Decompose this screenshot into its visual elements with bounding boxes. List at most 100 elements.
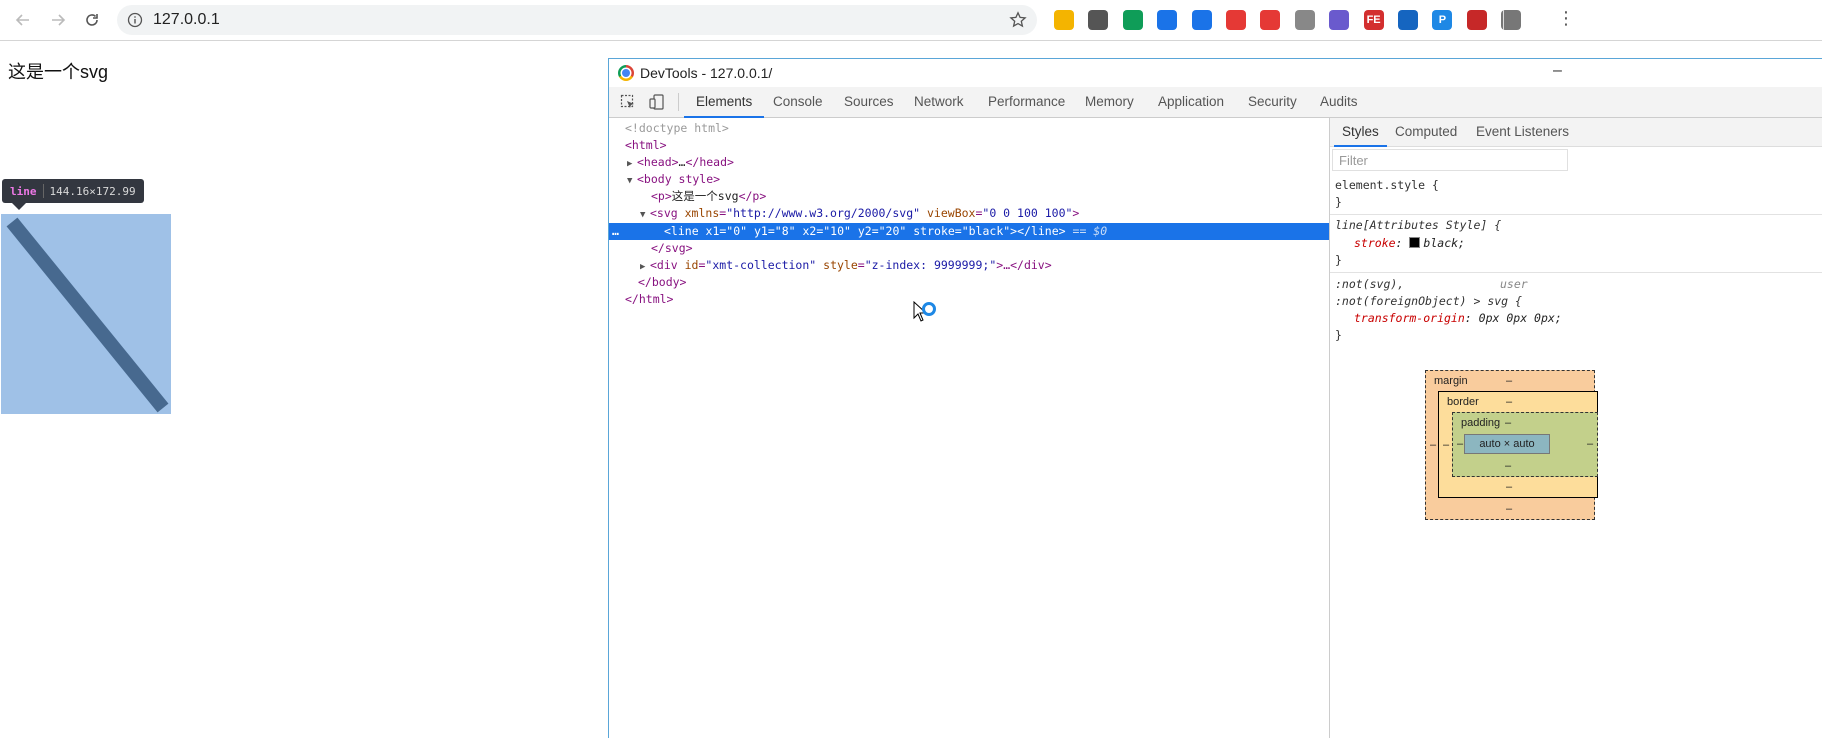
margin-bottom-value: – [1506, 503, 1513, 515]
rule-selector: element.style { [1335, 178, 1439, 192]
color-swatch[interactable] [1409, 237, 1421, 248]
css-value: black; [1423, 236, 1465, 250]
div-tail: >…</div> [996, 258, 1052, 272]
tab-performance[interactable]: Performance [988, 87, 1065, 117]
devtools-window: DevTools - 127.0.0.1/ – Elements Console… [608, 58, 1822, 738]
info-icon[interactable] [127, 12, 143, 31]
css-value: 0px 0px 0px; [1478, 311, 1562, 325]
forward-arrow-icon[interactable] [46, 8, 70, 32]
subtab-computed[interactable]: Computed [1395, 118, 1457, 146]
css-colon: : [1395, 236, 1403, 250]
star-icon[interactable] [1009, 11, 1027, 32]
inspect-element-icon[interactable] [620, 94, 636, 110]
dom-node-svg-close[interactable]: </svg> [609, 240, 1371, 257]
minimize-button[interactable]: – [1553, 62, 1562, 80]
box-model-content[interactable]: auto × auto [1464, 434, 1550, 454]
collapse-triangle-icon[interactable]: ▼ [640, 207, 650, 224]
head-close-tag: </head> [685, 155, 734, 169]
tab-security[interactable]: Security [1248, 87, 1297, 117]
reload-icon[interactable] [80, 8, 104, 32]
ext-red-circle-icon[interactable] [1260, 10, 1281, 30]
svg-highlight-box [1, 214, 171, 414]
padding-bottom-value: – [1505, 460, 1512, 472]
devtools-tabbar: Elements Console Sources Network Perform… [609, 87, 1822, 118]
svg-line-graphic [6, 217, 169, 413]
rule-declaration[interactable]: stroke: black; [1354, 236, 1465, 250]
dom-node-div[interactable]: ▶ <div id="xmt-collection" style="z-index… [609, 257, 1360, 274]
dom-node-body[interactable]: ▼ <body style> [609, 171, 1347, 188]
attr-name: id [684, 258, 699, 272]
ext-cat-icon[interactable] [1329, 10, 1350, 30]
head-open-tag: <head> [637, 155, 679, 169]
padding-top-value: – [1505, 417, 1512, 429]
ext-gray-icon[interactable] [1088, 10, 1109, 30]
div-open-tag: <div [650, 258, 685, 272]
tab-console[interactable]: Console [773, 87, 823, 117]
tab-network[interactable]: Network [914, 87, 964, 117]
ext-compass-icon[interactable] [1157, 10, 1178, 30]
attr-value: "0 0 100 100" [982, 206, 1073, 220]
tab-audits[interactable]: Audits [1320, 87, 1358, 117]
css-property: stroke [1354, 236, 1396, 250]
border-label: border [1447, 396, 1479, 408]
tab-application[interactable]: Application [1158, 87, 1224, 117]
html-open-tag: <html> [625, 138, 667, 152]
ext-question-icon[interactable] [1191, 10, 1212, 30]
rule-selector: :not(foreignObject) > svg { [1335, 294, 1522, 308]
tab-sources[interactable]: Sources [844, 87, 894, 117]
border-top-value: – [1506, 396, 1513, 408]
tab-elements[interactable]: Elements [683, 87, 765, 118]
svg-open-tag: <svg [650, 206, 685, 220]
styles-sidebar: Styles Computed Event Listeners Filter e… [1329, 118, 1822, 738]
styles-subtabs: Styles Computed Event Listeners [1330, 118, 1822, 147]
subtab-event-listeners[interactable]: Event Listeners [1476, 118, 1569, 146]
devtools-titlebar: DevTools - 127.0.0.1/ – [609, 59, 1822, 87]
rule-selector: line[Attributes Style] { [1335, 218, 1502, 232]
ext-multicolor-icon[interactable] [1054, 10, 1074, 30]
padding-left-value: – [1457, 438, 1464, 450]
page-paragraph: 这是一个svg [8, 62, 109, 82]
rule-close-brace: } [1335, 195, 1342, 209]
ext-fe-icon[interactable]: FE [1363, 10, 1384, 30]
tooltip-tag: line [10, 184, 37, 198]
attr-value: "xmt-collection" [705, 258, 817, 272]
address-bar[interactable]: 127.0.0.1 [117, 5, 1037, 35]
menu-icon[interactable]: ⋮ [1557, 9, 1575, 27]
dom-node-head[interactable]: ▶ <head>…</head> [609, 154, 1347, 171]
dom-node-line-selected[interactable]: … <line x1="0" y1="8" x2="10" y2="20" st… [609, 223, 1384, 240]
subtab-styles[interactable]: Styles [1334, 118, 1387, 147]
margin-left-value: – [1430, 439, 1437, 451]
margin-label: margin [1434, 375, 1468, 387]
ext-green-shield-icon[interactable] [1122, 10, 1143, 30]
ext-rocket-icon[interactable] [1294, 10, 1315, 30]
p-open-tag: <p> [651, 189, 672, 203]
ext-map-pin-icon[interactable] [1226, 10, 1246, 30]
p-close-tag: </p> [738, 189, 767, 203]
rule-declaration[interactable]: transform-origin: 0px 0px 0px; [1354, 311, 1562, 325]
tab-memory[interactable]: Memory [1085, 87, 1134, 117]
dom-node-p[interactable]: <p>这是一个svg</p> [609, 188, 1371, 205]
ext-p-icon[interactable]: P [1432, 10, 1453, 30]
dom-node-html[interactable]: <html> [609, 137, 1345, 154]
border-left-value: – [1443, 439, 1450, 451]
tooltip-size: 144.16×172.99 [49, 184, 136, 198]
ext-red-stop-icon[interactable] [1466, 10, 1487, 30]
back-arrow-icon[interactable] [11, 8, 35, 32]
ext-ruler-icon[interactable] [1398, 10, 1418, 30]
node-actions-dots[interactable]: … [612, 223, 619, 240]
dom-node-body-close[interactable]: </body> [609, 274, 1358, 291]
dom-node-svg[interactable]: ▼ <svg xmlns="http://www.w3.org/2000/svg"… [609, 205, 1360, 222]
svg-line [6, 217, 169, 413]
dom-node-html-close[interactable]: </html> [609, 291, 1345, 308]
ext-tools-icon[interactable] [1501, 10, 1522, 30]
mouse-cursor-busy-icon [913, 300, 939, 332]
rule-line-attributes: line[Attributes Style] { stroke: black; … [1330, 215, 1822, 273]
css-property: transform-origin [1354, 311, 1465, 325]
attr-value: "http://www.w3.org/2000/svg" [726, 206, 921, 220]
dom-node-doctype[interactable]: <!doctype html> [609, 120, 1345, 137]
rule-not-svg: :not(svg), user :not(foreignObject) > sv… [1330, 273, 1822, 345]
device-toolbar-icon[interactable] [649, 94, 665, 110]
styles-filter-input[interactable]: Filter [1332, 149, 1568, 171]
rule-close-brace: } [1335, 328, 1342, 342]
attr-equals: = [857, 258, 865, 272]
